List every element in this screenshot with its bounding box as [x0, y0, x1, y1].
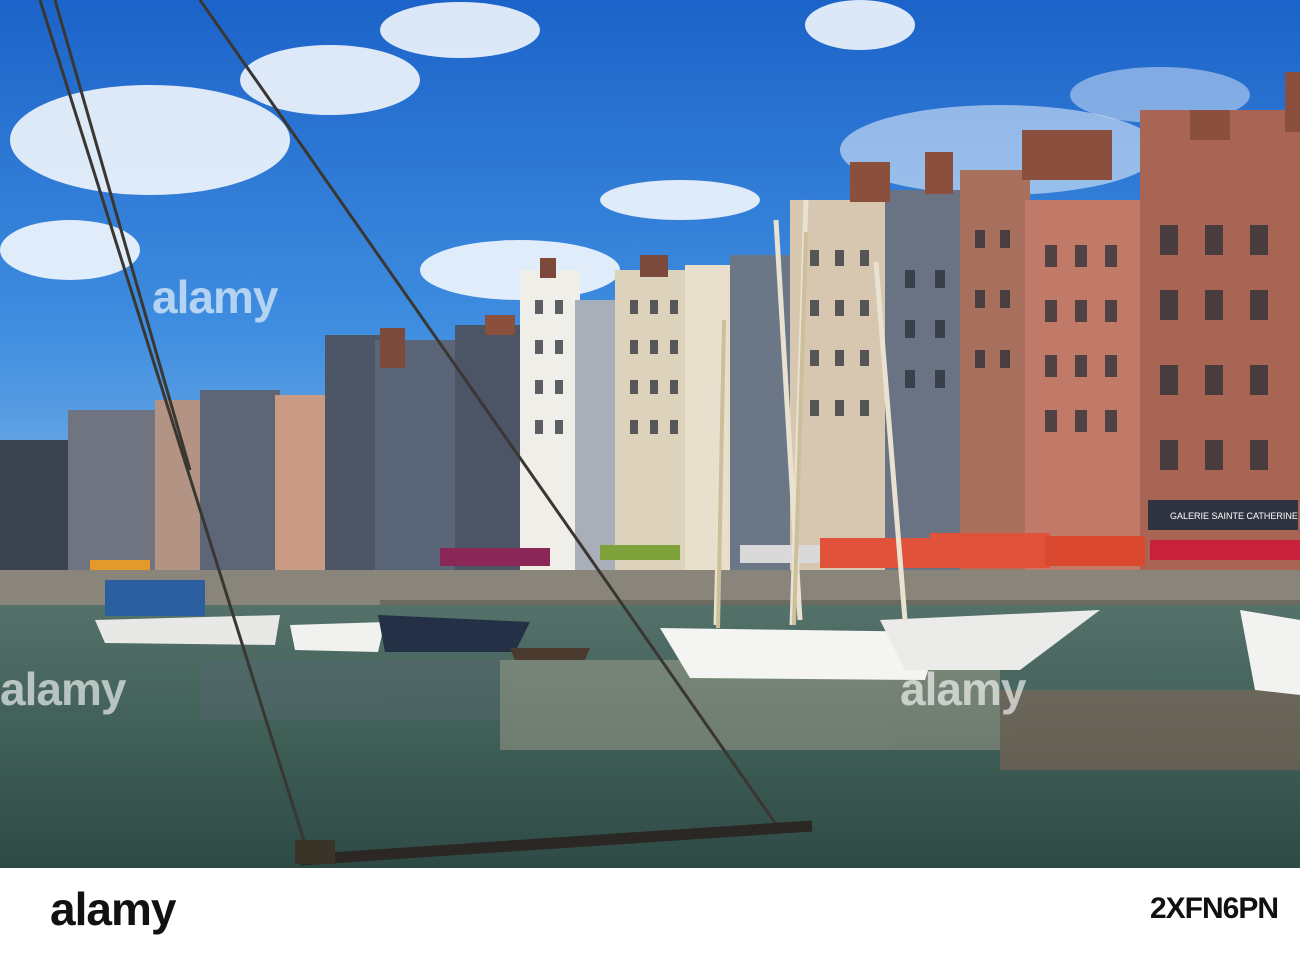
harbour-photo: GALERIE SAINTE CATHERINE alamy alamy ala…	[0, 0, 1300, 868]
image-id: 2XFN6PN	[1149, 892, 1279, 925]
watermark-text: alamy	[152, 271, 278, 323]
watermark-text: alamy	[900, 663, 1026, 715]
footer-bar: alamy 2XFN6PN	[0, 868, 1300, 956]
watermark-text: alamy	[0, 663, 126, 715]
storefront-sign: GALERIE SAINTE CATHERINE	[1170, 511, 1298, 521]
alamy-logo: alamy	[50, 883, 176, 935]
